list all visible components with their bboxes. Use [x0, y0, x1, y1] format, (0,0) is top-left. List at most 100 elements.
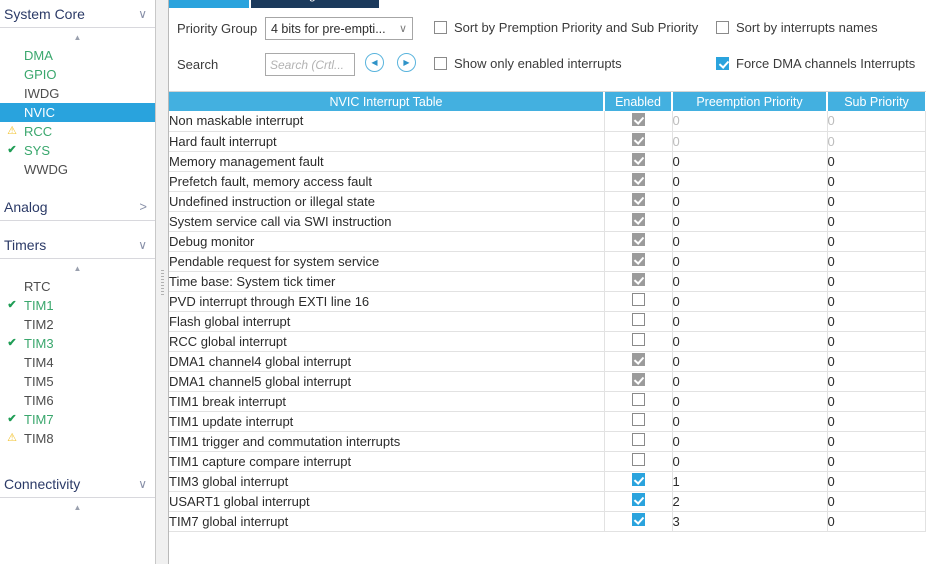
enabled-cell[interactable] [604, 491, 673, 512]
table-row[interactable]: TIM1 capture compare interrupt 0 0 [169, 451, 926, 472]
table-row[interactable]: System service call via SWI instruction 0… [169, 211, 926, 232]
sub-priority-cell[interactable]: 0 [827, 311, 926, 332]
column-header-preemption-priority[interactable]: Preemption Priority [672, 92, 828, 111]
table-row[interactable]: DMA1 channel4 global interrupt 0 0 [169, 351, 926, 372]
sidebar-scroll-up-timers[interactable] [0, 259, 155, 277]
preemption-priority-cell[interactable]: 0 [672, 211, 828, 232]
sub-priority-cell[interactable]: 0 [827, 411, 926, 432]
enabled-cell[interactable] [604, 271, 673, 292]
tab-nvic[interactable]: NVIC [169, 0, 249, 8]
preemption-priority-cell[interactable]: 0 [672, 451, 828, 472]
sidebar-item-rcc[interactable]: RCC [0, 122, 155, 141]
preemption-priority-cell[interactable]: 0 [672, 291, 828, 312]
sidebar-category-connectivity[interactable]: Connectivity [0, 470, 155, 498]
table-row[interactable]: Debug monitor 0 0 [169, 231, 926, 252]
preemption-priority-cell[interactable]: 0 [672, 331, 828, 352]
show-only-enabled-interrupts-checkbox[interactable]: Show only enabled interrupts [434, 56, 622, 71]
enabled-cell[interactable] [604, 431, 673, 452]
preemption-priority-cell[interactable]: 0 [672, 171, 828, 192]
sub-priority-cell[interactable]: 0 [827, 371, 926, 392]
sub-priority-cell[interactable]: 0 [827, 331, 926, 352]
sub-priority-cell[interactable]: 0 [827, 251, 926, 272]
search-previous-icon[interactable] [365, 53, 384, 72]
enabled-checkbox-icon[interactable] [631, 453, 645, 466]
sub-priority-cell[interactable]: 0 [827, 131, 926, 152]
table-row[interactable]: Hard fault interrupt 0 0 [169, 131, 926, 152]
panel-splitter[interactable] [155, 0, 169, 564]
sidebar-item-gpio[interactable]: GPIO [0, 65, 155, 84]
enabled-cell[interactable] [604, 191, 673, 212]
table-row[interactable]: Time base: System tick timer 0 0 [169, 271, 926, 292]
preemption-priority-cell[interactable]: 0 [672, 131, 828, 152]
search-input[interactable]: Search (Crtl... [265, 53, 355, 76]
table-row[interactable]: DMA1 channel5 global interrupt 0 0 [169, 371, 926, 392]
sidebar-item-tim2[interactable]: TIM2 [0, 315, 155, 334]
priority-group-select[interactable]: 4 bits for pre-empti... [265, 17, 413, 40]
force-dma-channels-interrupts-checkbox[interactable]: Force DMA channels Interrupts [716, 56, 915, 71]
preemption-priority-cell[interactable]: 2 [672, 491, 828, 512]
enabled-cell[interactable] [604, 111, 673, 132]
enabled-checkbox-icon[interactable] [631, 112, 645, 126]
sidebar-item-iwdg[interactable]: IWDG [0, 84, 155, 103]
preemption-priority-cell[interactable]: 3 [672, 511, 828, 532]
sidebar-item-tim5[interactable]: TIM5 [0, 372, 155, 391]
table-row[interactable]: PVD interrupt through EXTI line 16 0 0 [169, 291, 926, 312]
enabled-checkbox-icon[interactable] [631, 313, 645, 326]
table-row[interactable]: Pendable request for system service 0 0 [169, 251, 926, 272]
sidebar-category-timers[interactable]: Timers [0, 231, 155, 259]
tab-code-generation[interactable]: Code generation [251, 0, 379, 8]
sub-priority-cell[interactable]: 0 [827, 191, 926, 212]
preemption-priority-cell[interactable]: 0 [672, 391, 828, 412]
sidebar-item-tim6[interactable]: TIM6 [0, 391, 155, 410]
sidebar-item-tim7[interactable]: ✔ TIM7 [0, 410, 155, 429]
sidebar-item-sys[interactable]: ✔ SYS [0, 141, 155, 160]
preemption-priority-cell[interactable]: 0 [672, 251, 828, 272]
column-header-interrupt-name[interactable]: NVIC Interrupt Table [169, 92, 605, 111]
sidebar-item-tim3[interactable]: ✔ TIM3 [0, 334, 155, 353]
sub-priority-cell[interactable]: 0 [827, 431, 926, 452]
sidebar-item-tim1[interactable]: ✔ TIM1 [0, 296, 155, 315]
enabled-cell[interactable] [604, 351, 673, 372]
table-row[interactable]: TIM3 global interrupt 1 0 [169, 471, 926, 492]
sub-priority-cell[interactable]: 0 [827, 351, 926, 372]
sub-priority-cell[interactable]: 0 [827, 151, 926, 172]
sidebar-scroll-up-connectivity[interactable] [0, 498, 155, 516]
enabled-checkbox-icon[interactable] [631, 413, 645, 426]
sidebar-category-analog[interactable]: Analog [0, 193, 155, 221]
sub-priority-cell[interactable]: 0 [827, 211, 926, 232]
enabled-checkbox-icon[interactable] [631, 253, 645, 266]
table-row[interactable]: Memory management fault 0 0 [169, 151, 926, 172]
enabled-checkbox-icon[interactable] [631, 433, 645, 446]
enabled-cell[interactable] [604, 151, 673, 172]
preemption-priority-cell[interactable]: 0 [672, 351, 828, 372]
enabled-cell[interactable] [604, 311, 673, 332]
table-row[interactable]: Non maskable interrupt 0 0 [169, 111, 926, 132]
enabled-checkbox-icon[interactable] [631, 153, 645, 166]
enabled-cell[interactable] [604, 391, 673, 412]
sidebar-scroll-up-system-core[interactable] [0, 28, 155, 46]
preemption-priority-cell[interactable]: 0 [672, 371, 828, 392]
sub-priority-cell[interactable]: 0 [827, 171, 926, 192]
sidebar-item-wwdg[interactable]: WWDG [0, 160, 155, 179]
sub-priority-cell[interactable]: 0 [827, 391, 926, 412]
enabled-checkbox-icon[interactable] [631, 353, 645, 366]
sub-priority-cell[interactable]: 0 [827, 491, 926, 512]
table-row[interactable]: TIM1 break interrupt 0 0 [169, 391, 926, 412]
sub-priority-cell[interactable]: 0 [827, 231, 926, 252]
enabled-checkbox-icon[interactable] [631, 293, 645, 306]
enabled-checkbox-icon[interactable] [631, 133, 645, 146]
enabled-cell[interactable] [604, 251, 673, 272]
preemption-priority-cell[interactable]: 0 [672, 411, 828, 432]
preemption-priority-cell[interactable]: 0 [672, 191, 828, 212]
enabled-checkbox-icon[interactable] [631, 333, 645, 346]
enabled-checkbox-icon[interactable] [631, 493, 645, 506]
enabled-cell[interactable] [604, 451, 673, 472]
enabled-cell[interactable] [604, 131, 673, 152]
search-next-icon[interactable] [397, 53, 416, 72]
enabled-checkbox-icon[interactable] [631, 513, 645, 526]
preemption-priority-cell[interactable]: 0 [672, 111, 828, 132]
enabled-checkbox-icon[interactable] [631, 193, 645, 206]
enabled-cell[interactable] [604, 471, 673, 492]
enabled-cell[interactable] [604, 231, 673, 252]
sort-by-interrupts-names-checkbox[interactable]: Sort by interrupts names [716, 20, 878, 35]
